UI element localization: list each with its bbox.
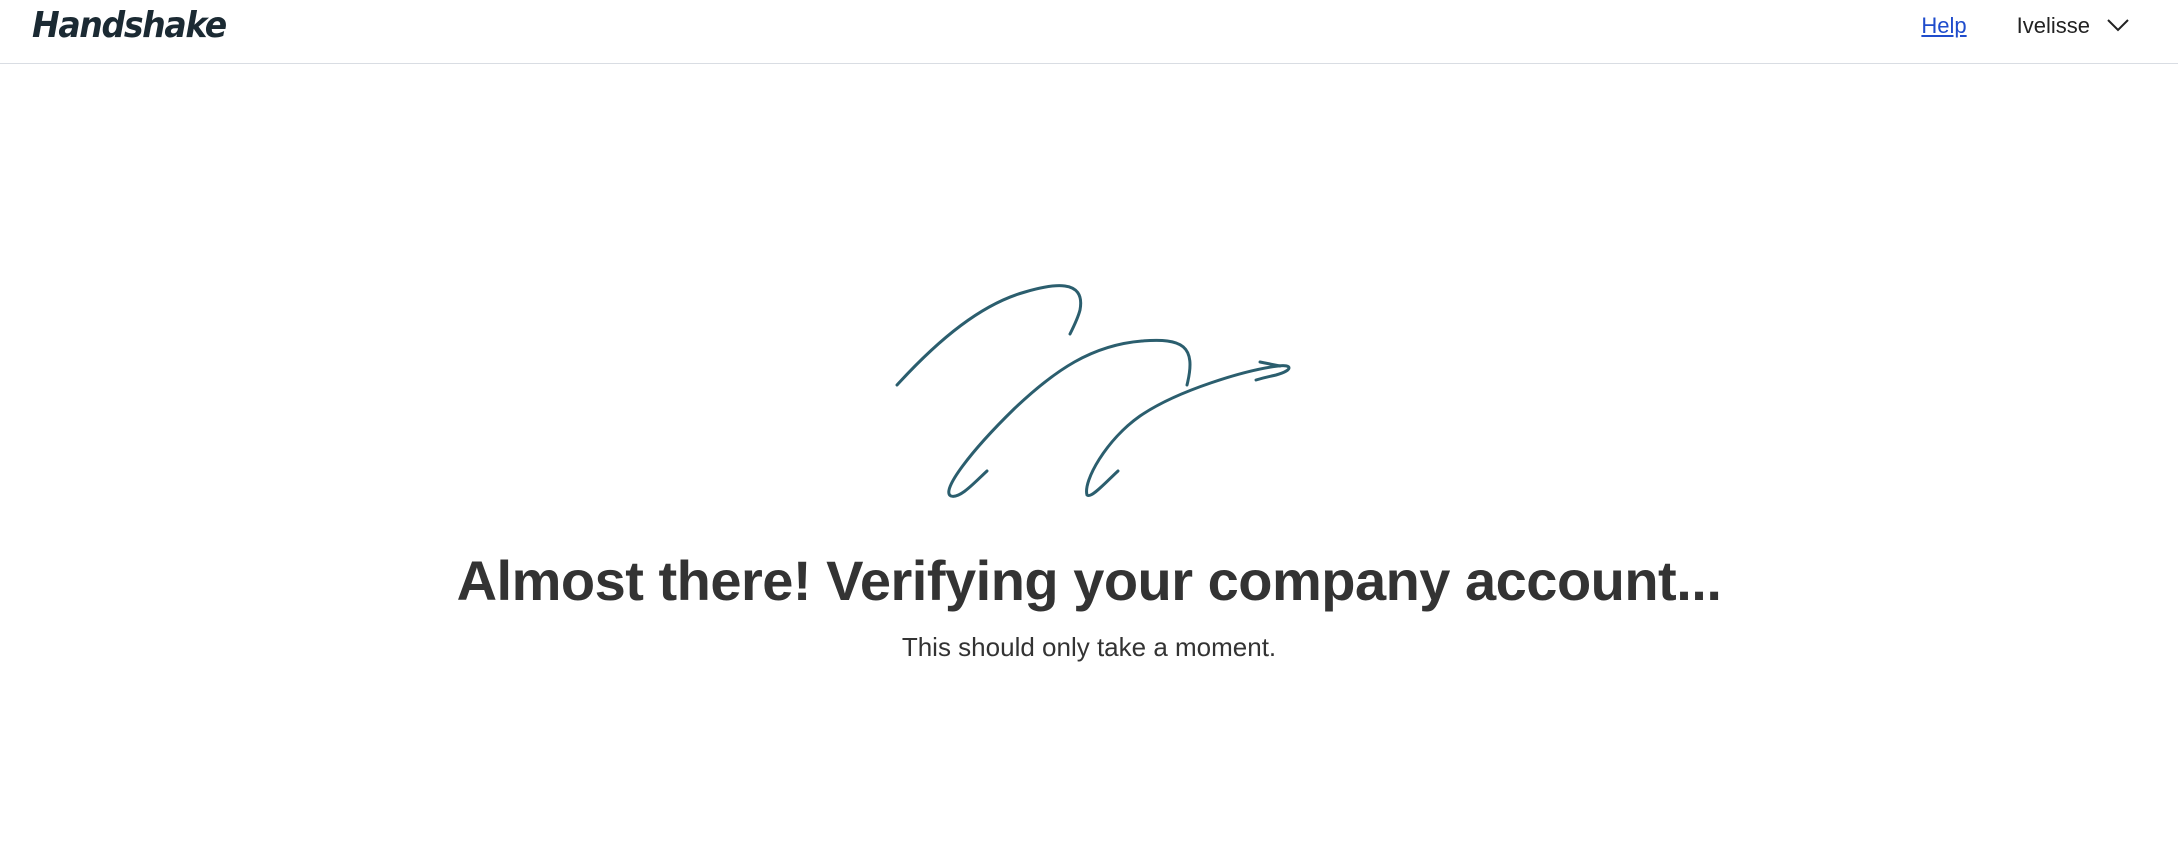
handshake-logo[interactable]: Handshake — [32, 4, 227, 48]
user-menu-button[interactable]: Ivelisse — [2017, 13, 2130, 39]
page-subtext: This should only take a moment. — [901, 632, 1277, 662]
help-link[interactable]: Help — [1921, 13, 1966, 39]
nav-right-group: Help Ivelisse — [1921, 0, 2130, 52]
user-name-label: Ivelisse — [2016, 13, 2090, 38]
page-headline: Almost there! Verifying your company acc… — [456, 549, 1722, 612]
loading-squiggle-illustration — [880, 260, 1300, 510]
top-navigation-bar: Handshake Help Ivelisse — [0, 0, 2178, 64]
chevron-down-icon — [2106, 14, 2130, 38]
